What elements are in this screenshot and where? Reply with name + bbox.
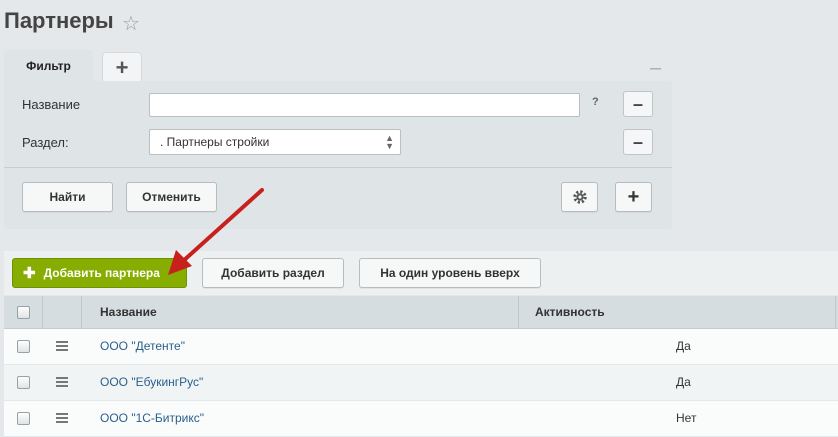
select-arrows-icon: ▲ ▼ — [385, 133, 394, 151]
help-icon[interactable]: ? — [592, 96, 599, 108]
column-separator — [835, 296, 836, 328]
column-separator — [81, 296, 82, 328]
row-name-link[interactable]: ООО "ЕбукингРус" — [100, 375, 203, 389]
cancel-button[interactable]: Отменить — [126, 182, 217, 212]
section-select-value: . Партнеры стройки — [160, 135, 270, 149]
column-header-name[interactable]: Название — [100, 305, 157, 319]
filter-panel: Название ? – Раздел: . Партнеры стройки … — [4, 81, 672, 229]
plus-icon: ✚ — [23, 265, 36, 282]
row-name-link[interactable]: ООО "1С-Битрикс" — [100, 411, 204, 425]
table-row[interactable]: ООО "ЕбукингРус" Да — [4, 365, 838, 401]
tab-filter[interactable]: Фильтр — [4, 50, 93, 82]
column-separator — [518, 296, 519, 328]
add-filter-tab-button[interactable]: + — [102, 52, 142, 82]
row-menu-icon[interactable] — [56, 377, 68, 387]
section-select[interactable]: . Партнеры стройки ▲ ▼ — [149, 129, 401, 155]
gear-icon — [572, 190, 587, 204]
select-all-checkbox[interactable] — [17, 306, 30, 319]
add-partner-label: Добавить партнера — [43, 266, 160, 280]
grid-header: Название Активность — [4, 296, 838, 329]
name-field-label: Название — [22, 97, 81, 112]
find-button[interactable]: Найти — [22, 182, 113, 212]
row-active-value: Да — [676, 339, 691, 353]
star-icon[interactable]: ☆ — [122, 11, 140, 36]
column-separator — [42, 296, 43, 328]
row-menu-icon[interactable] — [56, 341, 68, 351]
add-section-button[interactable]: Добавить раздел — [202, 258, 344, 288]
table-row[interactable]: ООО "1С-Битрикс" Нет — [4, 401, 838, 437]
row-menu-icon[interactable] — [56, 413, 68, 423]
table-row[interactable]: ООО "Детенте" Да — [4, 329, 838, 365]
section-field-label: Раздел: — [22, 135, 69, 150]
row-active-value: Нет — [676, 411, 697, 425]
add-field-button[interactable]: + — [615, 182, 652, 212]
column-header-active[interactable]: Активность — [535, 305, 605, 319]
page-title: Партнеры — [4, 8, 114, 33]
settings-button[interactable] — [561, 182, 598, 212]
level-up-button[interactable]: На один уровень вверх — [359, 258, 541, 288]
row-checkbox[interactable] — [17, 412, 30, 425]
row-active-value: Да — [676, 375, 691, 389]
name-field-input[interactable] — [149, 93, 580, 117]
add-partner-button[interactable]: ✚ Добавить партнера — [12, 258, 187, 288]
list-toolbar: ✚ Добавить партнера Добавить раздел На о… — [4, 251, 838, 295]
remove-section-field-button[interactable]: – — [623, 129, 653, 155]
row-name-link[interactable]: ООО "Детенте" — [100, 339, 185, 353]
collapse-filter-icon[interactable]: – — [650, 57, 661, 80]
filter-divider — [4, 167, 672, 168]
row-checkbox[interactable] — [17, 340, 30, 353]
row-checkbox[interactable] — [17, 376, 30, 389]
remove-name-field-button[interactable]: – — [623, 91, 653, 117]
